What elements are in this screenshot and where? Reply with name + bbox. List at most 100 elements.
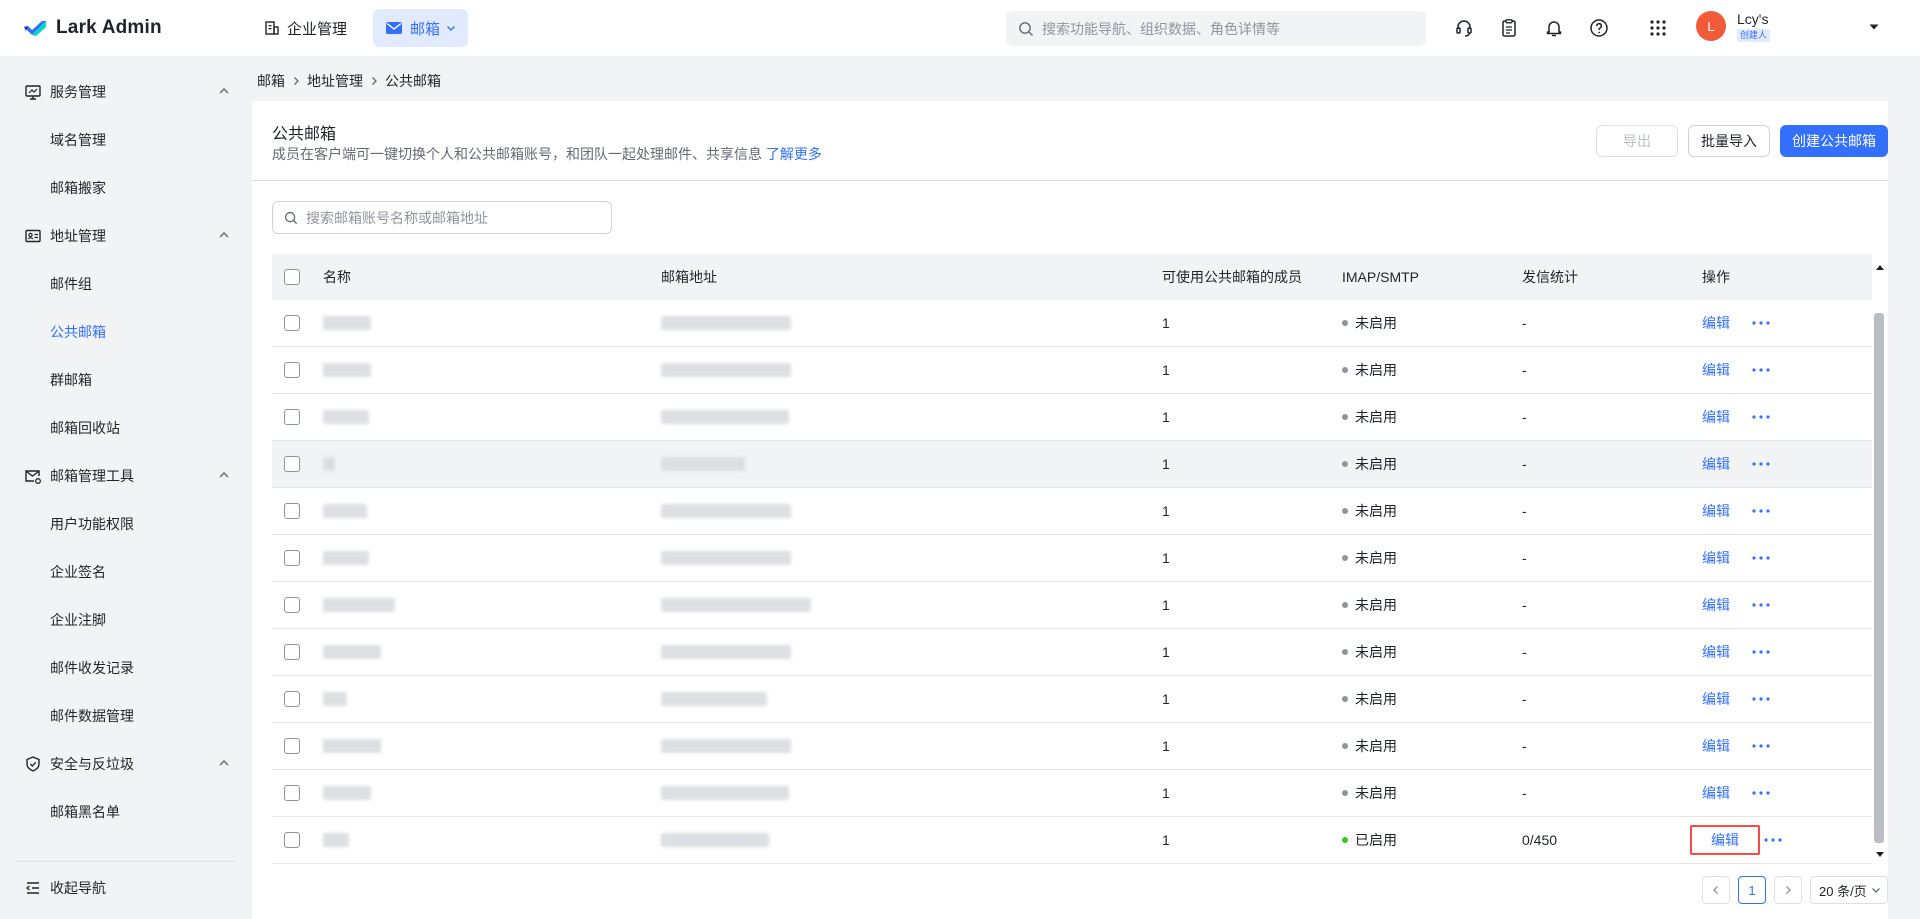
- apps-grid-icon[interactable]: [1646, 16, 1670, 40]
- select-all-checkbox[interactable]: [284, 269, 300, 285]
- learn-more-link[interactable]: 了解更多: [766, 146, 822, 162]
- sidebar-item-group-mailbox[interactable]: 群邮箱: [50, 368, 92, 392]
- table-row[interactable]: 1 已启用 0/450 编辑: [272, 817, 1872, 864]
- row-checkbox[interactable]: [284, 503, 300, 519]
- more-options-icon[interactable]: [1752, 368, 1770, 372]
- more-options-icon[interactable]: [1752, 791, 1770, 795]
- more-options-icon[interactable]: [1764, 838, 1782, 842]
- status-dot: [1342, 602, 1348, 608]
- edit-button[interactable]: 编辑: [1696, 637, 1736, 667]
- row-checkbox[interactable]: [284, 691, 300, 707]
- page-description-text: 成员在客户端可一键切换个人和公共邮箱账号，和团队一起处理邮件、共享信息: [272, 146, 762, 162]
- sidebar-item-public-mailbox[interactable]: 公共邮箱: [50, 320, 106, 344]
- row-checkbox[interactable]: [284, 644, 300, 660]
- edit-button[interactable]: 编辑: [1696, 496, 1736, 526]
- panel-divider: [252, 180, 1888, 181]
- row-checkbox[interactable]: [284, 315, 300, 331]
- clipboard-icon[interactable]: [1497, 16, 1521, 40]
- scroll-down-arrow-icon[interactable]: [1876, 845, 1884, 861]
- bell-icon[interactable]: [1542, 16, 1566, 40]
- more-options-icon[interactable]: [1752, 697, 1770, 701]
- create-public-mailbox-button[interactable]: 创建公共邮箱: [1780, 125, 1888, 157]
- main-panel: 公共邮箱 成员在客户端可一键切换个人和公共邮箱账号，和团队一起处理邮件、共享信息…: [252, 101, 1888, 919]
- page-size-select[interactable]: 20 条/页: [1810, 876, 1888, 904]
- mailbox-address-cell: [661, 441, 745, 487]
- redacted-name: [323, 833, 349, 847]
- more-options-icon[interactable]: [1752, 509, 1770, 513]
- table-row[interactable]: 1 未启用 - 编辑: [272, 723, 1872, 770]
- table-row[interactable]: 1 未启用 - 编辑: [272, 676, 1872, 723]
- row-checkbox[interactable]: [284, 597, 300, 613]
- table-row[interactable]: 1 未启用 - 编辑: [272, 582, 1872, 629]
- more-options-icon[interactable]: [1752, 462, 1770, 466]
- table-row[interactable]: 1 未启用 - 编辑: [272, 394, 1872, 441]
- mailbox-search-input[interactable]: [306, 209, 606, 226]
- edit-button[interactable]: 编辑: [1696, 684, 1736, 714]
- sidebar-item-blacklist[interactable]: 邮箱黑名单: [50, 800, 120, 824]
- sidebar-item-permissions[interactable]: 用户功能权限: [50, 512, 134, 536]
- table-row[interactable]: 1 未启用 - 编辑: [272, 488, 1872, 535]
- breadcrumb-address[interactable]: 地址管理: [307, 71, 363, 91]
- row-checkbox[interactable]: [284, 550, 300, 566]
- top-nav-enterprise[interactable]: 企业管理: [252, 9, 359, 47]
- edit-button[interactable]: 编辑: [1696, 731, 1736, 761]
- edit-button[interactable]: 编辑: [1696, 355, 1736, 385]
- next-page-button[interactable]: [1774, 876, 1802, 904]
- more-options-icon[interactable]: [1752, 321, 1770, 325]
- edit-button[interactable]: 编辑: [1696, 449, 1736, 479]
- row-checkbox[interactable]: [284, 362, 300, 378]
- edit-button[interactable]: 编辑: [1696, 778, 1736, 808]
- headset-icon[interactable]: [1452, 16, 1476, 40]
- more-options-icon[interactable]: [1752, 650, 1770, 654]
- sidebar-collapse-button[interactable]: 收起导航: [24, 878, 106, 898]
- page-number-current[interactable]: 1: [1738, 876, 1766, 904]
- more-options-icon[interactable]: [1752, 744, 1770, 748]
- monitor-icon: [24, 83, 42, 101]
- caret-down-icon[interactable]: [1868, 20, 1880, 36]
- sidebar-item-data-management[interactable]: 邮件数据管理: [50, 704, 134, 728]
- user-profile[interactable]: L Lcy's 创建人: [1696, 10, 1771, 42]
- breadcrumb-mail[interactable]: 邮箱: [257, 71, 285, 91]
- table-scrollbar-thumb[interactable]: [1874, 313, 1884, 843]
- sidebar-item-mail-group[interactable]: 邮件组: [50, 272, 92, 296]
- top-nav-mail[interactable]: 邮箱: [373, 9, 469, 47]
- help-icon[interactable]: [1587, 16, 1611, 40]
- global-search-input[interactable]: [1042, 20, 1412, 37]
- sidebar-group-address[interactable]: 地址管理: [24, 224, 234, 248]
- sidebar-group-service[interactable]: 服务管理: [24, 80, 234, 104]
- row-checkbox[interactable]: [284, 409, 300, 425]
- table-row[interactable]: 1 未启用 - 编辑: [272, 300, 1872, 347]
- sidebar-item-mail-log[interactable]: 邮件收发记录: [50, 656, 134, 680]
- sidebar-item-domain[interactable]: 域名管理: [50, 128, 106, 152]
- scroll-up-arrow-icon[interactable]: [1876, 257, 1884, 273]
- prev-page-button[interactable]: [1702, 876, 1730, 904]
- brand[interactable]: Lark Admin: [22, 17, 262, 39]
- table-row[interactable]: 1 未启用 - 编辑: [272, 535, 1872, 582]
- row-checkbox[interactable]: [284, 456, 300, 472]
- row-checkbox[interactable]: [284, 785, 300, 801]
- sidebar-group-security[interactable]: 安全与反垃圾: [24, 752, 234, 776]
- more-options-icon[interactable]: [1752, 415, 1770, 419]
- edit-button[interactable]: 编辑: [1690, 825, 1760, 855]
- sidebar-group-tools[interactable]: 邮箱管理工具: [24, 464, 234, 488]
- table-row[interactable]: 1 未启用 - 编辑: [272, 629, 1872, 676]
- more-options-icon[interactable]: [1752, 556, 1770, 560]
- edit-button[interactable]: 编辑: [1696, 543, 1736, 573]
- table-row[interactable]: 1 未启用 - 编辑: [272, 441, 1872, 488]
- batch-import-button[interactable]: 批量导入: [1688, 125, 1770, 157]
- edit-button[interactable]: 编辑: [1696, 590, 1736, 620]
- table-row[interactable]: 1 未启用 - 编辑: [272, 770, 1872, 817]
- more-options-icon[interactable]: [1752, 603, 1770, 607]
- row-checkbox[interactable]: [284, 738, 300, 754]
- edit-button[interactable]: 编辑: [1696, 402, 1736, 432]
- export-button[interactable]: 导出: [1596, 125, 1678, 157]
- sidebar-item-signature[interactable]: 企业签名: [50, 560, 106, 584]
- sidebar-item-migration[interactable]: 邮箱搬家: [50, 176, 106, 200]
- row-checkbox[interactable]: [284, 832, 300, 848]
- redacted-address: [661, 645, 791, 659]
- sidebar-item-footer[interactable]: 企业注脚: [50, 608, 106, 632]
- table-row[interactable]: 1 未启用 - 编辑: [272, 347, 1872, 394]
- edit-button[interactable]: 编辑: [1696, 308, 1736, 338]
- sidebar-item-recycle-bin[interactable]: 邮箱回收站: [50, 416, 120, 440]
- lark-logo-icon: [24, 21, 46, 36]
